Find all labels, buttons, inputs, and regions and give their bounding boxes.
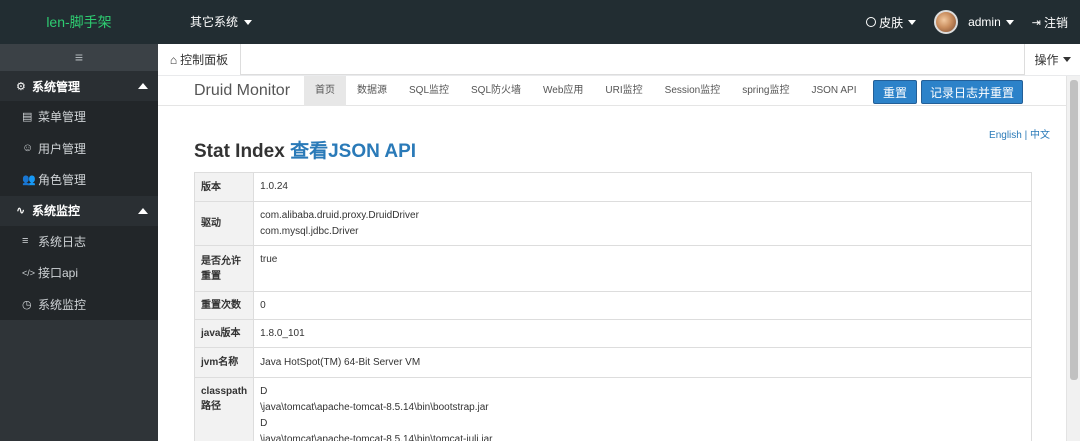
row-key: java版本 bbox=[193, 319, 255, 348]
sidebar-item-user-management[interactable]: ☺ 用户管理 bbox=[0, 133, 158, 165]
logout-label: 注销 bbox=[1043, 15, 1068, 30]
scrollbar-thumb[interactable] bbox=[1070, 80, 1078, 380]
sidebar-group-system-monitor[interactable]: ∿ 系统监控 bbox=[0, 195, 158, 226]
logout-icon: ⇥ bbox=[1031, 16, 1041, 29]
sidebar-group-label: 系统监控 bbox=[32, 204, 81, 218]
log-and-reset-button[interactable]: 记录日志并重置 bbox=[921, 80, 1023, 104]
sidebar: ≡ ⚙ 系统管理 ▤ 菜单管理 ☺ 用户管理 👥 角色管理 ∿ 系统监控 ≡ 系… bbox=[0, 44, 158, 441]
page-title: Stat Index 查看JSON API bbox=[194, 136, 416, 163]
language-switcher: English | 中文 bbox=[989, 126, 1050, 141]
collapse-arrow-icon bbox=[138, 207, 148, 214]
tab-bar: ⌂ 控制面板 操作 bbox=[158, 44, 1080, 75]
table-row: jvm名称 Java HotSpot(TM) 64-Bit Server VM bbox=[193, 347, 1032, 378]
sidebar-item-role-management[interactable]: 👥 角色管理 bbox=[0, 164, 158, 196]
druid-nav-home[interactable]: 首页 bbox=[304, 76, 346, 106]
druid-nav-uri-monitor[interactable]: URI监控 bbox=[594, 76, 653, 106]
row-value: 1.0.24 bbox=[253, 172, 1032, 202]
other-systems-menu[interactable]: 其它系统 bbox=[190, 0, 253, 44]
table-row: 驱动 com.alibaba.druid.proxy.DruidDriver co… bbox=[193, 201, 1032, 246]
lang-chinese-link[interactable]: 中文 bbox=[1030, 130, 1050, 141]
sidebar-item-system-monitor[interactable]: ◷ 系统监控 bbox=[0, 289, 158, 321]
clock-icon: ◷ bbox=[22, 298, 32, 311]
row-key: 版本 bbox=[193, 172, 255, 202]
reset-button[interactable]: 重置 bbox=[873, 80, 917, 104]
hamburger-icon: ≡ bbox=[74, 49, 84, 65]
caret-down-icon bbox=[1005, 19, 1014, 25]
sidebar-item-label: 菜单管理 bbox=[38, 110, 87, 125]
druid-nav-sql-firewall[interactable]: SQL防火墙 bbox=[460, 76, 532, 106]
logout-button[interactable]: ⇥ 注销 bbox=[1032, 14, 1068, 31]
caret-down-icon bbox=[908, 19, 917, 25]
sidebar-group-system-management[interactable]: ⚙ 系统管理 bbox=[0, 71, 158, 101]
app-brand[interactable]: len-脚手架 bbox=[0, 0, 158, 44]
sidebar-item-system-log[interactable]: ≡ 系统日志 bbox=[0, 226, 158, 258]
row-value: 0 bbox=[253, 291, 1032, 320]
row-key: 驱动 bbox=[193, 201, 255, 246]
row-value: D \java\tomcat\apache-tomcat-8.5.14\bin\… bbox=[253, 377, 1032, 441]
home-icon: ⌂ bbox=[169, 52, 178, 67]
druid-nav-datasource[interactable]: 数据源 bbox=[346, 76, 398, 106]
tab-label: 控制面板 bbox=[180, 53, 229, 67]
caret-down-icon bbox=[1062, 57, 1071, 62]
page-title-text: Stat Index bbox=[194, 141, 291, 162]
lang-english-link[interactable]: English bbox=[989, 130, 1022, 141]
row-key: 是否允许重置 bbox=[193, 245, 255, 292]
view-json-api-link[interactable]: 查看JSON API bbox=[290, 141, 416, 162]
tab-dashboard[interactable]: ⌂ 控制面板 bbox=[158, 44, 241, 75]
lang-separator: | bbox=[1021, 130, 1030, 141]
table-row: 重置次数 0 bbox=[193, 291, 1032, 320]
table-row: 版本 1.0.24 bbox=[193, 172, 1032, 202]
code-icon: </> bbox=[22, 267, 36, 278]
sidebar-item-label: 系统监控 bbox=[38, 297, 87, 312]
operations-dropdown[interactable]: 操作 bbox=[1024, 44, 1080, 75]
row-value: com.alibaba.druid.proxy.DruidDriver com.m… bbox=[253, 201, 1032, 246]
sidebar-item-menu-management[interactable]: ▤ 菜单管理 bbox=[0, 101, 158, 133]
sidebar-item-api[interactable]: </> 接口api bbox=[0, 257, 158, 289]
row-value: 1.8.0_101 bbox=[253, 319, 1032, 348]
collapse-arrow-icon bbox=[138, 83, 148, 89]
users-icon: 👥 bbox=[22, 174, 36, 187]
gear-icon: ⚙ bbox=[16, 80, 26, 93]
druid-brand[interactable]: Druid Monitor bbox=[194, 76, 290, 106]
caret-down-icon bbox=[244, 20, 253, 26]
user-name: admin bbox=[968, 15, 1001, 29]
row-key: classpath路径 bbox=[193, 377, 255, 441]
druid-navbar: Druid Monitor 首页 数据源 SQL监控 SQL防火墙 Web应用 … bbox=[158, 76, 1066, 106]
smile-icon: ☺ bbox=[22, 142, 34, 155]
menu-icon: ▤ bbox=[22, 111, 33, 124]
druid-nav-json-api[interactable]: JSON API bbox=[800, 76, 867, 106]
druid-nav-session-monitor[interactable]: Session监控 bbox=[654, 76, 732, 106]
other-systems-label: 其它系统 bbox=[190, 15, 239, 29]
druid-nav-spring-monitor[interactable]: spring监控 bbox=[731, 76, 800, 106]
table-row: classpath路径 D \java\tomcat\apache-tomcat… bbox=[193, 377, 1032, 441]
content-scrollbar[interactable] bbox=[1066, 76, 1080, 441]
druid-nav-web-app[interactable]: Web应用 bbox=[532, 76, 594, 106]
stat-index-table: 版本 1.0.24 驱动 com.alibaba.druid.proxy.Dru… bbox=[193, 172, 1032, 441]
circle-icon bbox=[866, 17, 877, 27]
table-row: 是否允许重置 true bbox=[193, 245, 1032, 292]
skin-label: 皮肤 bbox=[879, 15, 904, 30]
druid-nav-sql-monitor[interactable]: SQL监控 bbox=[398, 76, 460, 106]
druid-monitor-frame: Druid Monitor 首页 数据源 SQL监控 SQL防火墙 Web应用 … bbox=[158, 76, 1066, 441]
row-key: jvm名称 bbox=[193, 347, 255, 378]
skin-menu[interactable]: 皮肤 bbox=[866, 14, 917, 31]
operations-label: 操作 bbox=[1034, 53, 1059, 67]
sidebar-collapse-button[interactable]: ≡ bbox=[0, 44, 158, 71]
file-icon: ≡ bbox=[22, 235, 29, 248]
row-key: 重置次数 bbox=[193, 291, 255, 320]
sidebar-item-label: 用户管理 bbox=[38, 141, 87, 156]
table-row: java版本 1.8.0_101 bbox=[193, 319, 1032, 348]
sidebar-item-label: 角色管理 bbox=[38, 173, 87, 188]
row-value: true bbox=[253, 245, 1032, 292]
sidebar-group-label: 系统管理 bbox=[32, 79, 81, 94]
avatar bbox=[934, 10, 959, 34]
row-value: Java HotSpot(TM) 64-Bit Server VM bbox=[253, 347, 1032, 378]
sidebar-item-label: 系统日志 bbox=[38, 234, 87, 249]
top-navbar: len-脚手架 其它系统 皮肤 admin ⇥ 注销 bbox=[0, 0, 1080, 44]
user-menu[interactable]: admin bbox=[934, 10, 1014, 34]
sidebar-item-label: 接口api bbox=[38, 266, 79, 281]
pulse-icon: ∿ bbox=[16, 205, 26, 217]
